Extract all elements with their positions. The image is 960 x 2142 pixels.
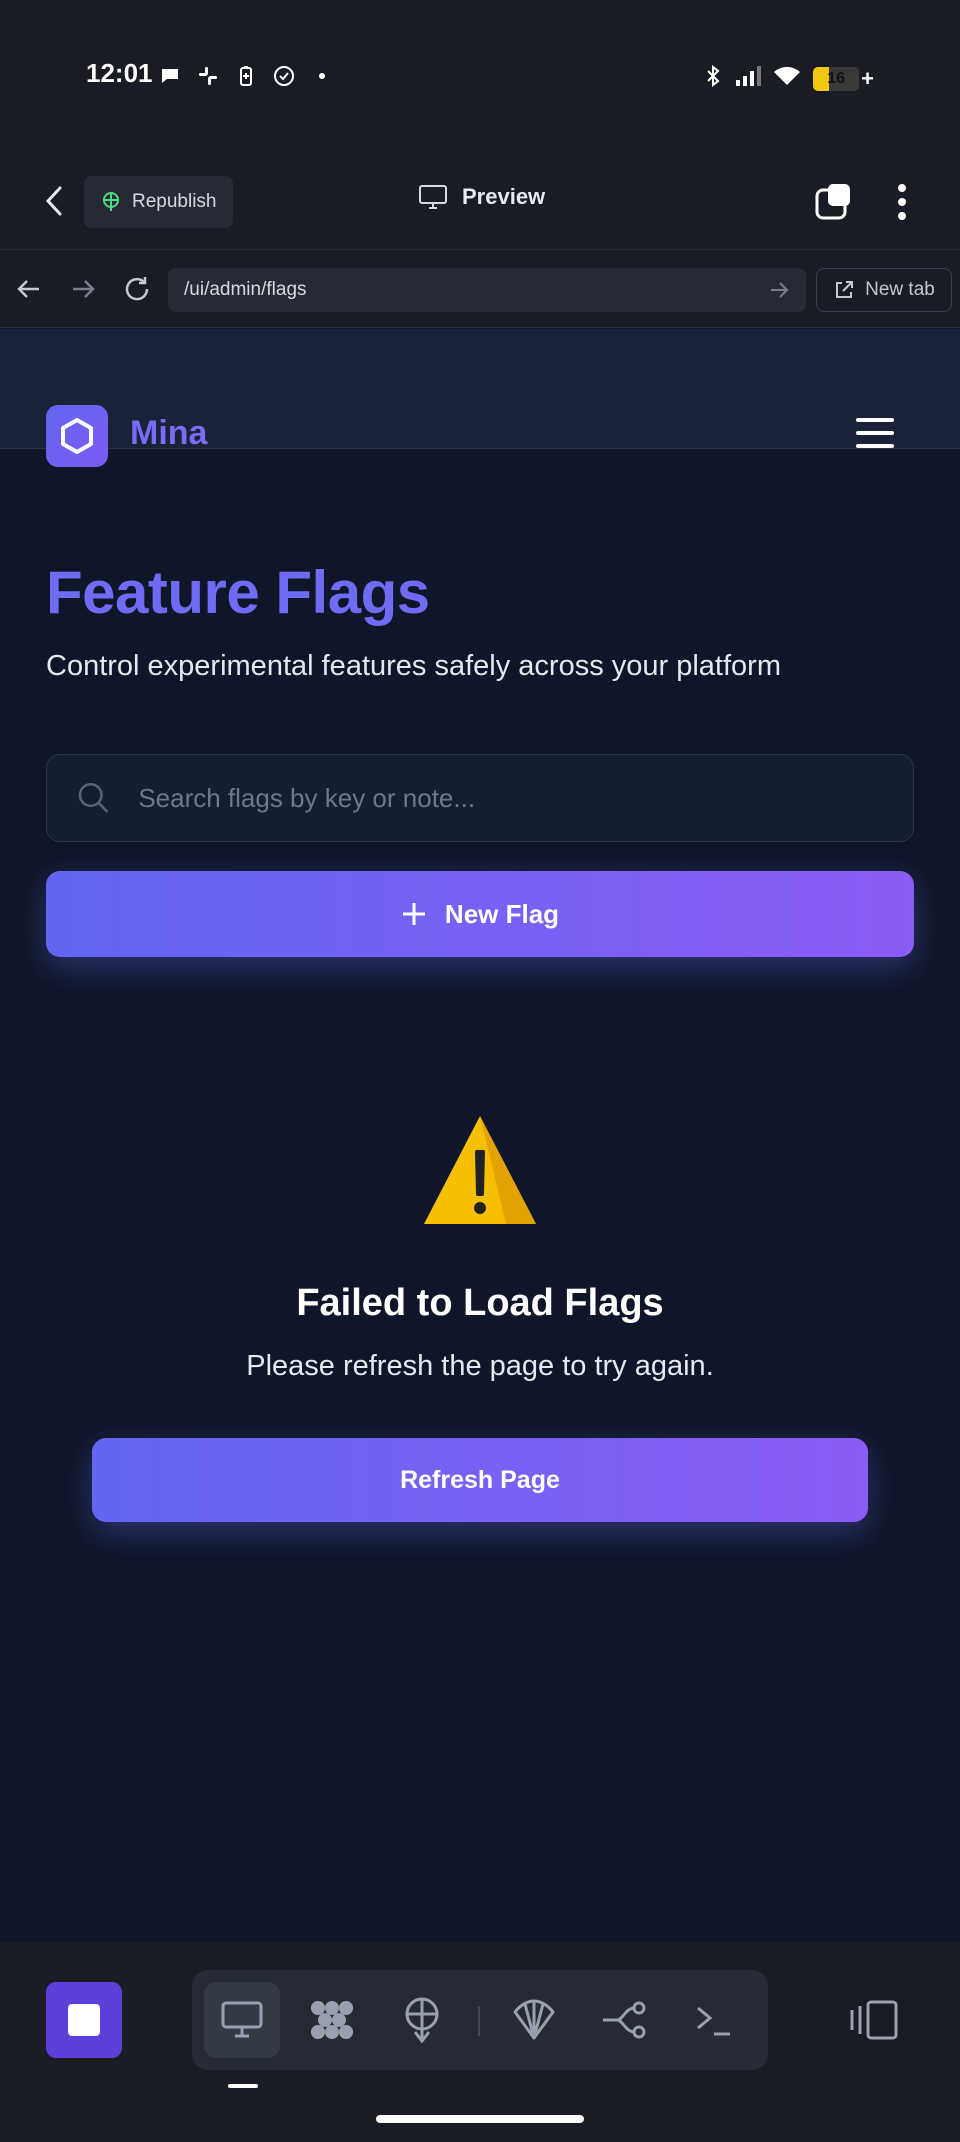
- terminal-icon: [697, 2006, 730, 2036]
- refresh-page-label: Refresh Page: [400, 1465, 560, 1494]
- warning-icon: [420, 1112, 540, 1232]
- preview-label: Preview: [462, 184, 546, 209]
- hamburger-menu-button[interactable]: [856, 418, 894, 452]
- new-tab-label: New tab: [865, 279, 935, 300]
- active-tool-indicator: [228, 2084, 258, 2088]
- browser-forward-button[interactable]: [68, 274, 98, 304]
- new-flag-button[interactable]: New Flag: [46, 871, 914, 957]
- back-button[interactable]: [38, 184, 72, 218]
- dot-icon: [310, 64, 334, 88]
- browser-back-button[interactable]: [14, 274, 44, 304]
- error-message: Please refresh the page to try again.: [246, 1350, 714, 1382]
- search-box[interactable]: [46, 754, 914, 842]
- stop-icon: [68, 2004, 100, 2036]
- site-logo[interactable]: [46, 405, 108, 467]
- check-circle-icon: [272, 64, 296, 88]
- status-notification-icons: [158, 64, 334, 88]
- external-link-icon: [836, 281, 854, 298]
- bottom-toolbar: [0, 1942, 960, 2142]
- search-input[interactable]: [138, 782, 883, 814]
- battery-saver-icon: [234, 64, 258, 88]
- desktop-tool-button[interactable]: [204, 1982, 280, 2058]
- shell-icon: [513, 1999, 555, 2040]
- chevron-left-icon: [45, 186, 62, 216]
- split-view-icon: [850, 2000, 898, 2040]
- tool-group: [192, 1970, 768, 2070]
- republish-button[interactable]: Republish: [84, 176, 233, 228]
- tabs-icon: [815, 184, 850, 220]
- go-arrow-icon[interactable]: [768, 279, 790, 301]
- status-bar: 12:01 16 +: [0, 0, 960, 150]
- plus-icon: [402, 903, 425, 925]
- hamburger-line: [856, 418, 894, 422]
- slack-icon: [196, 64, 220, 88]
- desktop-icon: [221, 2001, 263, 2038]
- republish-label: Republish: [132, 191, 217, 212]
- status-system-icons: 16 +: [703, 64, 874, 93]
- status-time: 12:01: [86, 58, 153, 88]
- error-title: Failed to Load Flags: [296, 1282, 664, 1324]
- bluetooth-icon: [703, 64, 723, 93]
- hamburger-line: [856, 431, 894, 435]
- preview-title: Preview: [418, 184, 545, 210]
- browser-reload-button[interactable]: [122, 274, 152, 304]
- branch-tool-button[interactable]: [586, 1982, 662, 2058]
- dots-grid-tool-button[interactable]: [294, 1982, 370, 2058]
- search-icon: [78, 783, 109, 813]
- signal-icon: [735, 64, 762, 93]
- deploy-tool-button[interactable]: [384, 1982, 460, 2058]
- deploy-icon: [103, 192, 119, 211]
- more-options-button[interactable]: [888, 182, 916, 222]
- deploy-icon: [405, 1997, 439, 2044]
- refresh-page-button[interactable]: Refresh Page: [92, 1438, 868, 1522]
- layout-toggle-button[interactable]: [846, 1992, 902, 2048]
- arrow-left-icon: [17, 280, 39, 298]
- site-brand-name[interactable]: Mina: [130, 414, 207, 453]
- hamburger-line: [856, 444, 894, 448]
- new-tab-button[interactable]: New tab: [816, 268, 952, 312]
- url-input[interactable]: /ui/admin/flags: [168, 268, 806, 312]
- shell-tool-button[interactable]: [496, 1982, 572, 2058]
- terminal-tool-button[interactable]: [676, 1982, 752, 2058]
- browser-url-bar: /ui/admin/flags New tab: [0, 250, 960, 328]
- kebab-menu-icon: [898, 184, 906, 220]
- new-flag-label: New Flag: [444, 898, 560, 929]
- reload-icon: [125, 277, 149, 301]
- page-title: Feature Flags: [46, 559, 430, 626]
- app-header: Republish Preview: [0, 150, 960, 250]
- branch-icon: [603, 2001, 646, 2039]
- hexagon-icon: [61, 418, 93, 454]
- home-indicator[interactable]: [376, 2115, 584, 2123]
- stop-button[interactable]: [46, 1982, 122, 2058]
- page-subtitle: Control experimental features safely acr…: [46, 650, 781, 682]
- tabs-button[interactable]: [814, 182, 854, 222]
- dots-grid-icon: [311, 2001, 353, 2039]
- monitor-icon: [419, 185, 447, 209]
- battery-icon: 16: [813, 66, 860, 91]
- charging-plus-icon: +: [861, 65, 874, 91]
- arrow-right-icon: [73, 280, 95, 298]
- tool-separator: [478, 2006, 480, 2036]
- wifi-icon: [773, 64, 801, 93]
- message-bubble-icon: [158, 64, 182, 88]
- url-text: /ui/admin/flags: [184, 279, 307, 300]
